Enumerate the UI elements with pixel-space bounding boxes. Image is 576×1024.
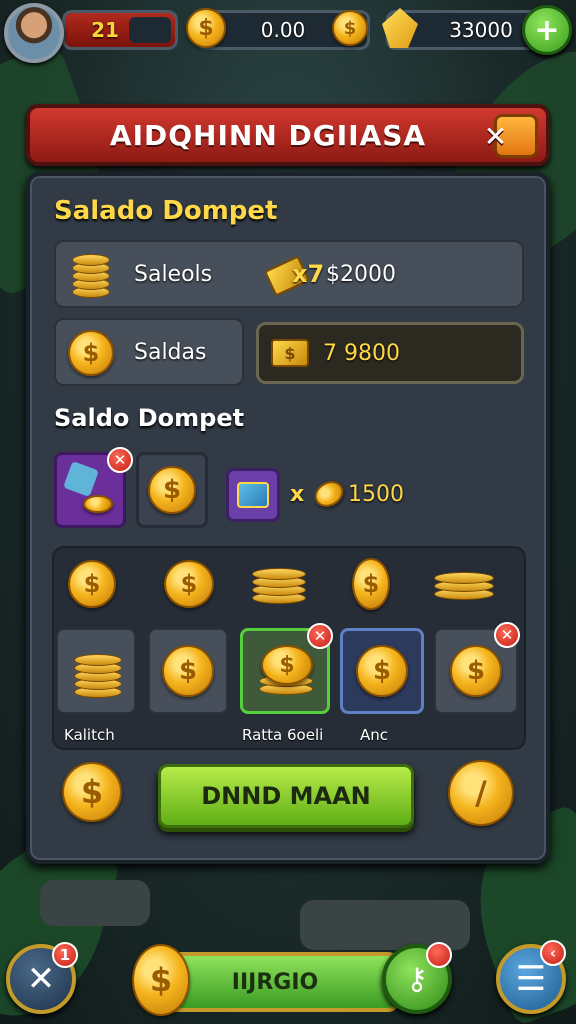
coin-icon: $ (68, 560, 116, 608)
dice-icon (63, 461, 99, 497)
coin-icon: $ (356, 645, 408, 697)
key-icon: ⚷ (406, 961, 428, 997)
main-action-label: DNND MAAN (201, 782, 371, 810)
section-title-1: Salado Dompet (54, 196, 278, 226)
row2-value-box: $ 7 9800 (256, 322, 524, 384)
balance-row-2[interactable]: $ Saldas (54, 318, 244, 386)
coin-icon: $ (450, 645, 502, 697)
menu-icon: ☰ (515, 959, 547, 999)
row1-multiplier: x7 (292, 260, 325, 288)
slot-multiplier: x (290, 482, 305, 507)
back-badge-icon[interactable]: ‹ (540, 940, 566, 966)
coin-stack-icon (74, 646, 122, 700)
coin-icon: $ (62, 762, 122, 822)
background-rock (40, 880, 150, 926)
reward-cell-1[interactable] (56, 628, 136, 714)
notification-badge: 1 (52, 942, 78, 968)
gem-balance-value: 33000 (449, 18, 513, 42)
coin-stack-icon (252, 562, 306, 608)
item-slot-gold-bar[interactable] (226, 468, 280, 522)
menu-button[interactable]: ☰ ‹ (496, 940, 566, 1014)
grid-label-1: Kalitch (64, 726, 115, 744)
row2-value: 7 9800 (323, 340, 400, 366)
level-value: 21 (91, 18, 119, 42)
gold-bar-icon: $ (271, 339, 309, 367)
balance-row-1[interactable]: Saleols x7 $2000 (54, 240, 524, 308)
close-button[interactable]: ✕ (484, 114, 538, 158)
coin-stack-icon (434, 566, 494, 606)
reward-cell-3[interactable]: $ ✕ (240, 623, 333, 714)
add-currency-button[interactable]: + (522, 5, 572, 55)
level-bar: 21 (62, 10, 178, 50)
coin-stack-icon (72, 252, 112, 302)
grid-label-3: Anc (360, 726, 389, 744)
coin-icon: $ (164, 560, 214, 608)
coin-icon: $ (68, 330, 114, 376)
remove-badge-icon[interactable]: ✕ (107, 447, 133, 473)
close-icon: ✕ (483, 119, 509, 153)
grid-label-2: Ratta 6oeli (242, 726, 324, 744)
slot-value: 1500 (348, 482, 404, 507)
profile-avatar[interactable] (4, 3, 64, 63)
row2-label: Saldas (134, 339, 207, 365)
reward-cell-2[interactable]: $ (148, 628, 228, 714)
bottom-bar-label: IIJRGIO (231, 969, 319, 995)
dialog-title: AIDQHINN DGIIASA (109, 118, 427, 152)
dialog-title-bar: AIDQHINN DGIIASA ✕ (26, 104, 550, 166)
coin-icon: / (448, 760, 514, 826)
item-slot-coin[interactable]: $ (136, 452, 208, 528)
reward-cell-5[interactable]: $ ✕ (434, 622, 520, 714)
item-slot-dice[interactable]: ✕ (54, 447, 133, 528)
remove-badge-icon[interactable]: ✕ (494, 622, 520, 648)
coin-icon: $ (186, 8, 226, 48)
section-title-2: Saldo Dompet (54, 404, 245, 432)
main-action-button[interactable]: DNND MAAN (158, 764, 414, 828)
coin-icon: $ (261, 645, 313, 685)
coin-icon: $ (352, 558, 390, 610)
coin-icon (310, 476, 348, 512)
top-hud: 21 0.00 $ $ 33000 + (0, 0, 576, 63)
coin-icon: $ (162, 645, 214, 697)
reward-grid: $ $ $ $ $ ✕ $ $ ✕ Kalitch Ratta 6oeli An… (52, 546, 526, 750)
settings-button[interactable]: ✕ 1 (6, 942, 78, 1014)
coin-icon: $ (132, 944, 190, 1016)
wallet-panel: Salado Dompet Saleols x7 $2000 $ Saldas … (26, 172, 550, 864)
key-button[interactable]: ⚷ (382, 942, 452, 1014)
coin-icon: $ (332, 10, 368, 46)
plus-icon: + (534, 12, 560, 48)
tools-icon: ✕ (26, 959, 56, 999)
gold-bar-icon (237, 482, 269, 508)
remove-badge-icon[interactable]: ✕ (307, 623, 333, 649)
coin-icon: $ (148, 466, 196, 514)
gold-balance-value: 0.00 (260, 18, 306, 42)
reward-cell-4[interactable]: $ (340, 628, 424, 714)
row1-value: $2000 (326, 261, 396, 287)
row1-label: Saleols (134, 261, 213, 287)
coin-icon (83, 495, 113, 513)
alert-badge-icon (426, 942, 452, 968)
